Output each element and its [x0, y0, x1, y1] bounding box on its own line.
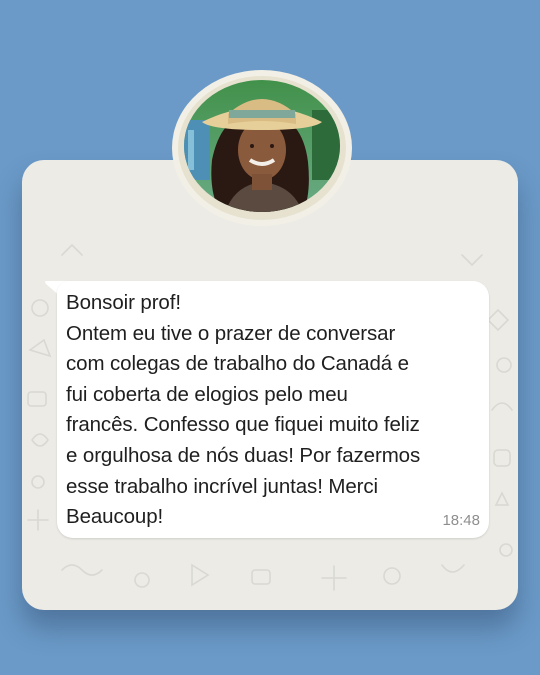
message-line: Ontem eu tive o prazer de conversar [66, 321, 396, 345]
message-line: francês. Confesso que fiquei muito feliz [66, 413, 420, 437]
message-line: com colegas de trabalho do Canadá e [66, 352, 409, 376]
message-line: esse trabalho incrível juntas! Merci [66, 474, 379, 498]
message-line: fui coberta de elogios pelo meu [66, 382, 348, 406]
profile-avatar[interactable] [172, 70, 352, 226]
message-text: Bonsoir prof! Ontem eu tive o prazer de … [66, 288, 486, 533]
message-timestamp: 18:48 [442, 512, 480, 529]
message-line: Bonsoir prof! [66, 291, 181, 314]
message-line: e orgulhosa de nós duas! Por fazermos [66, 443, 421, 467]
message-line: Beaucoup! [66, 505, 164, 529]
